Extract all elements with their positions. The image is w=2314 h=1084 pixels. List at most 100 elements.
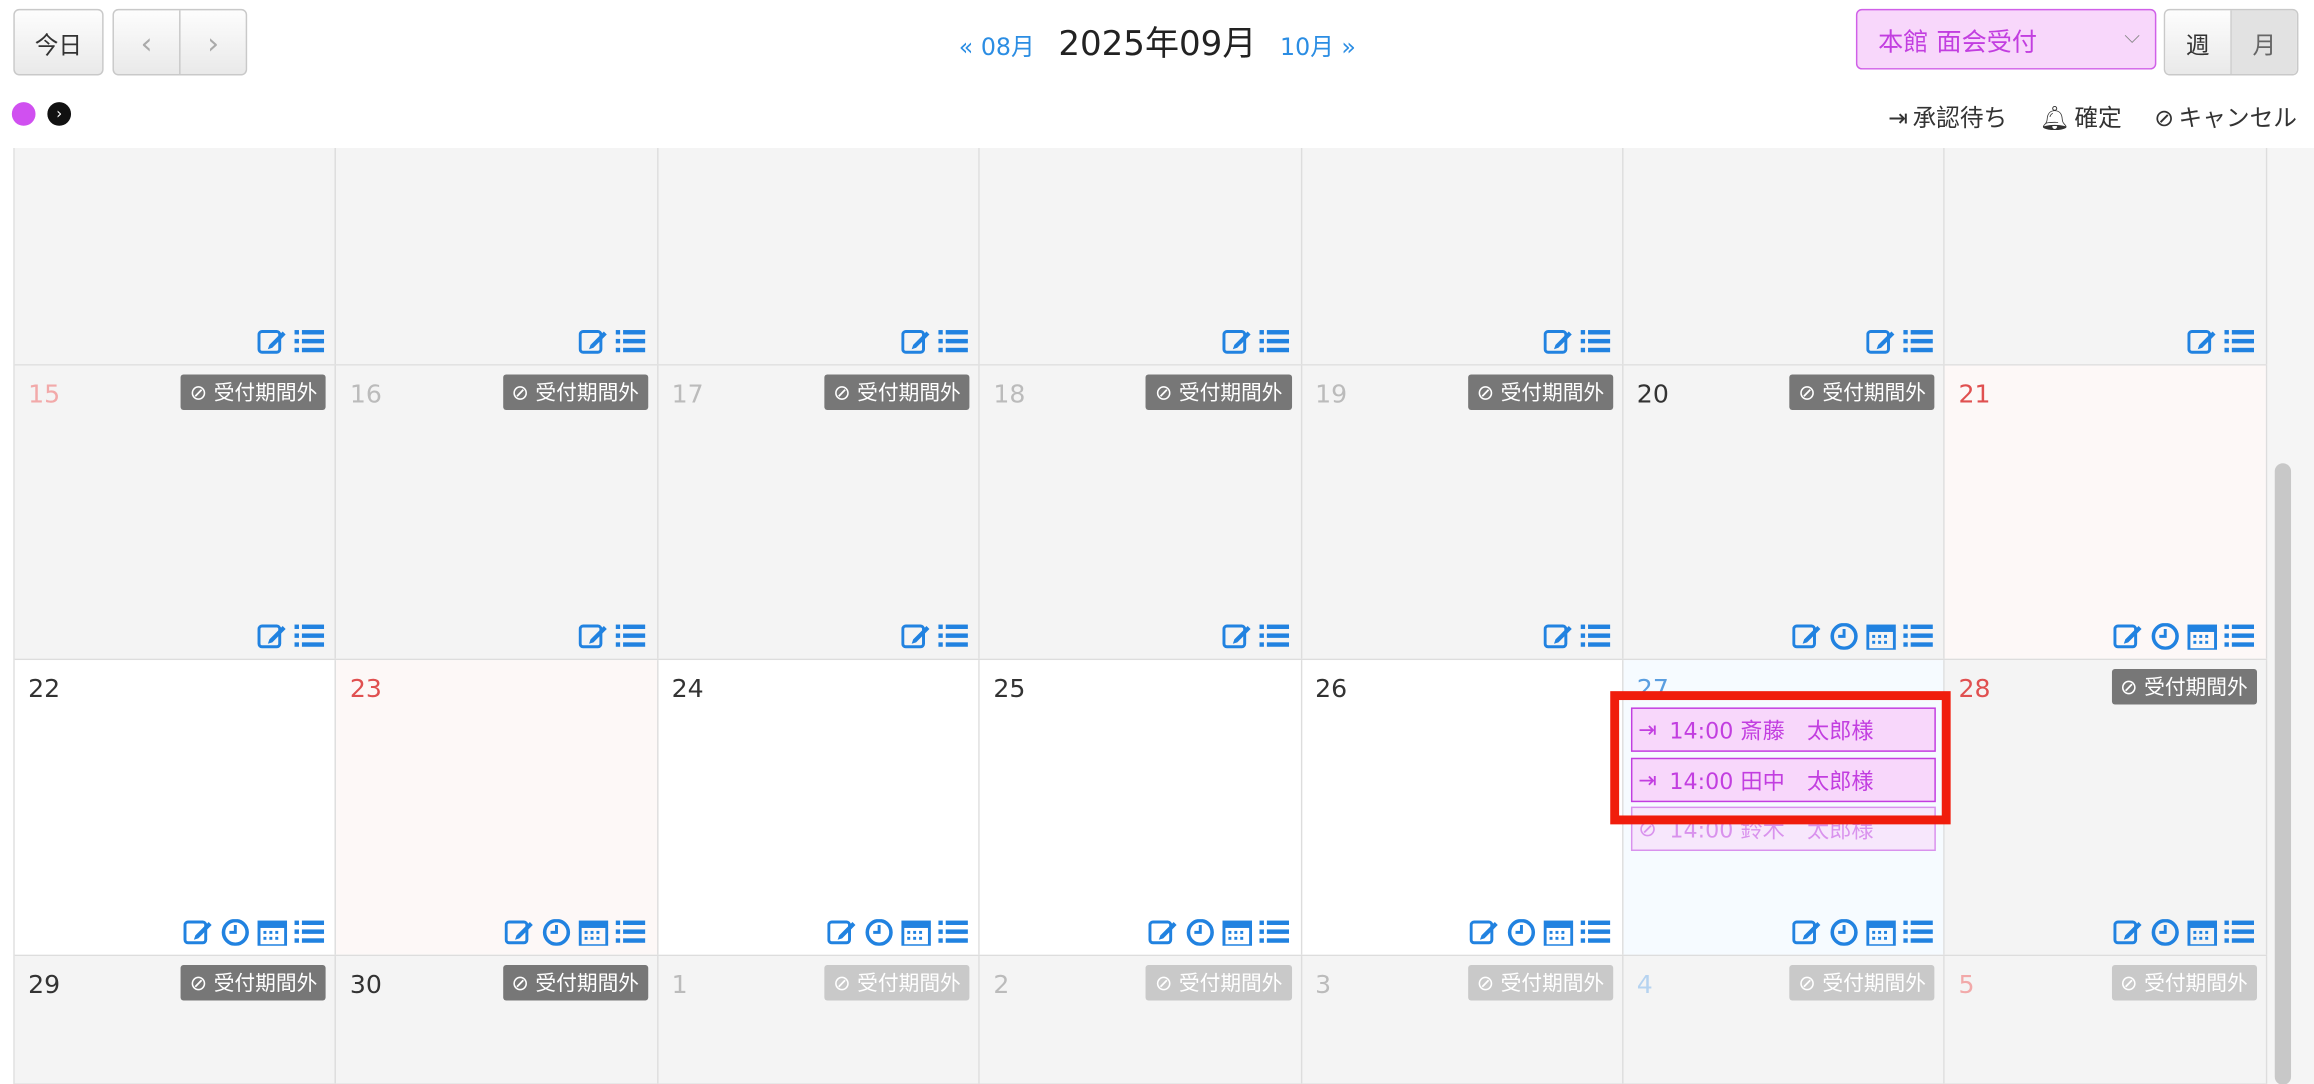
day-cell[interactable]: 4 ⊘ 受付期間外 (1623, 956, 1946, 1084)
edit-icon[interactable] (504, 919, 535, 946)
clock-icon[interactable] (1828, 919, 1859, 946)
cell-actions (1791, 623, 1933, 650)
list-icon[interactable] (615, 919, 646, 946)
clock-icon[interactable] (2150, 919, 2181, 946)
clock-icon[interactable] (1507, 919, 1538, 946)
list-icon[interactable] (1581, 623, 1612, 650)
calendar-icon[interactable] (2187, 919, 2218, 946)
clock-icon[interactable] (1185, 919, 1216, 946)
list-icon[interactable] (1902, 623, 1933, 650)
day-cell[interactable]: 23 (336, 660, 659, 955)
list-icon[interactable] (937, 919, 968, 946)
calendar-icon[interactable] (1544, 919, 1575, 946)
edit-icon[interactable] (2113, 623, 2144, 650)
calendar-icon[interactable] (1865, 623, 1896, 650)
week-view-button[interactable]: 週 (2165, 10, 2232, 74)
day-cell[interactable]: 18 ⊘ 受付期間外 (980, 365, 1302, 659)
edit-icon[interactable] (1222, 623, 1253, 650)
purple-dot-icon[interactable] (11, 102, 36, 126)
day-cell[interactable] (1623, 148, 1946, 365)
edit-icon[interactable] (2187, 329, 2218, 356)
day-cell[interactable] (980, 148, 1302, 365)
calendar-icon[interactable] (578, 919, 609, 946)
edit-icon[interactable] (1865, 329, 1896, 356)
list-icon[interactable] (937, 623, 968, 650)
calendar-icon[interactable] (900, 919, 931, 946)
day-cell[interactable]: 21 (1945, 365, 2267, 659)
edit-icon[interactable] (1222, 329, 1253, 356)
edit-icon[interactable] (257, 623, 288, 650)
appointment-event[interactable]: ⇥ 14:00 斎藤 太郎様 (1630, 707, 1937, 752)
list-icon[interactable] (1259, 919, 1290, 946)
list-icon[interactable] (615, 329, 646, 356)
circle-arrow-right-icon[interactable]: › (47, 102, 72, 126)
edit-icon[interactable] (826, 919, 857, 946)
day-cell[interactable]: 19 ⊘ 受付期間外 (1301, 365, 1624, 659)
list-icon[interactable] (2224, 329, 2255, 356)
day-cell[interactable] (1945, 148, 2267, 365)
day-cell[interactable]: 27 ⇥ 14:00 斎藤 太郎様 ⇥ 14:00 田中 太郎様 ⊘ 14:00 鈴木 太郎… (1623, 660, 1946, 955)
appointment-event[interactable]: ⇥ 14:00 田中 太郎様 (1630, 757, 1937, 803)
list-icon[interactable] (937, 329, 968, 356)
edit-icon[interactable] (1544, 623, 1575, 650)
list-icon[interactable] (2224, 919, 2255, 946)
list-icon[interactable] (1259, 623, 1290, 650)
day-cell[interactable] (336, 148, 659, 365)
day-cell[interactable]: 24 (658, 660, 981, 955)
day-cell[interactable]: 2 ⊘ 受付期間外 (980, 956, 1302, 1084)
day-cell[interactable]: 16 ⊘ 受付期間外 (336, 365, 659, 659)
clock-icon[interactable] (1828, 623, 1859, 650)
list-icon[interactable] (615, 623, 646, 650)
list-icon[interactable] (294, 623, 325, 650)
day-cell[interactable] (658, 148, 981, 365)
edit-icon[interactable] (900, 623, 931, 650)
day-cell[interactable]: 29 ⊘ 受付期間外 (14, 956, 337, 1084)
day-cell[interactable]: 17 ⊘ 受付期間外 (658, 365, 981, 659)
day-cell[interactable] (1301, 148, 1624, 365)
edit-icon[interactable] (1791, 623, 1822, 650)
list-icon[interactable] (1259, 329, 1290, 356)
edit-icon[interactable] (1470, 919, 1501, 946)
edit-icon[interactable] (578, 623, 609, 650)
edit-icon[interactable] (2113, 919, 2144, 946)
clock-icon[interactable] (863, 919, 894, 946)
edit-icon[interactable] (183, 919, 214, 946)
edit-icon[interactable] (257, 329, 288, 356)
next-month-link[interactable]: 10月 » (1280, 27, 1356, 63)
calendar-icon[interactable] (257, 919, 288, 946)
day-cell[interactable]: 28 ⊘ 受付期間外 (1945, 660, 2267, 955)
list-icon[interactable] (294, 919, 325, 946)
day-cell[interactable]: 15 ⊘ 受付期間外 (14, 365, 337, 659)
clock-icon[interactable] (541, 919, 572, 946)
list-icon[interactable] (1902, 919, 1933, 946)
calendar-icon[interactable] (2187, 623, 2218, 650)
month-view-button[interactable]: 月 (2231, 10, 2297, 74)
day-cell[interactable]: 20 ⊘ 受付期間外 (1623, 365, 1946, 659)
clock-icon[interactable] (220, 919, 251, 946)
day-cell[interactable]: 25 (980, 660, 1302, 955)
list-icon[interactable] (294, 329, 325, 356)
edit-icon[interactable] (900, 329, 931, 356)
edit-icon[interactable] (1544, 329, 1575, 356)
calendar-icon[interactable] (1865, 919, 1896, 946)
edit-icon[interactable] (1791, 919, 1822, 946)
list-icon[interactable] (1581, 329, 1612, 356)
day-cell[interactable]: 26 (1301, 660, 1624, 955)
list-icon[interactable] (1902, 329, 1933, 356)
location-select[interactable]: 本館 面会受付 ⌵ (1855, 8, 2157, 70)
scrollbar-thumb[interactable] (2274, 463, 2292, 1084)
day-cell[interactable]: 5 ⊘ 受付期間外 (1945, 956, 2267, 1084)
prev-month-link[interactable]: « 08月 (959, 27, 1035, 63)
clock-icon[interactable] (2150, 623, 2181, 650)
day-cell[interactable]: 22 (14, 660, 337, 955)
list-icon[interactable] (2224, 623, 2255, 650)
edit-icon[interactable] (1148, 919, 1179, 946)
edit-icon[interactable] (578, 329, 609, 356)
appointment-event[interactable]: ⊘ 14:00 鈴木 太郎様 (1630, 806, 1937, 851)
day-cell[interactable]: 30 ⊘ 受付期間外 (336, 956, 659, 1084)
day-cell[interactable] (14, 148, 337, 365)
list-icon[interactable] (1581, 919, 1612, 946)
day-cell[interactable]: 1 ⊘ 受付期間外 (658, 956, 981, 1084)
day-cell[interactable]: 3 ⊘ 受付期間外 (1301, 956, 1624, 1084)
calendar-icon[interactable] (1222, 919, 1253, 946)
